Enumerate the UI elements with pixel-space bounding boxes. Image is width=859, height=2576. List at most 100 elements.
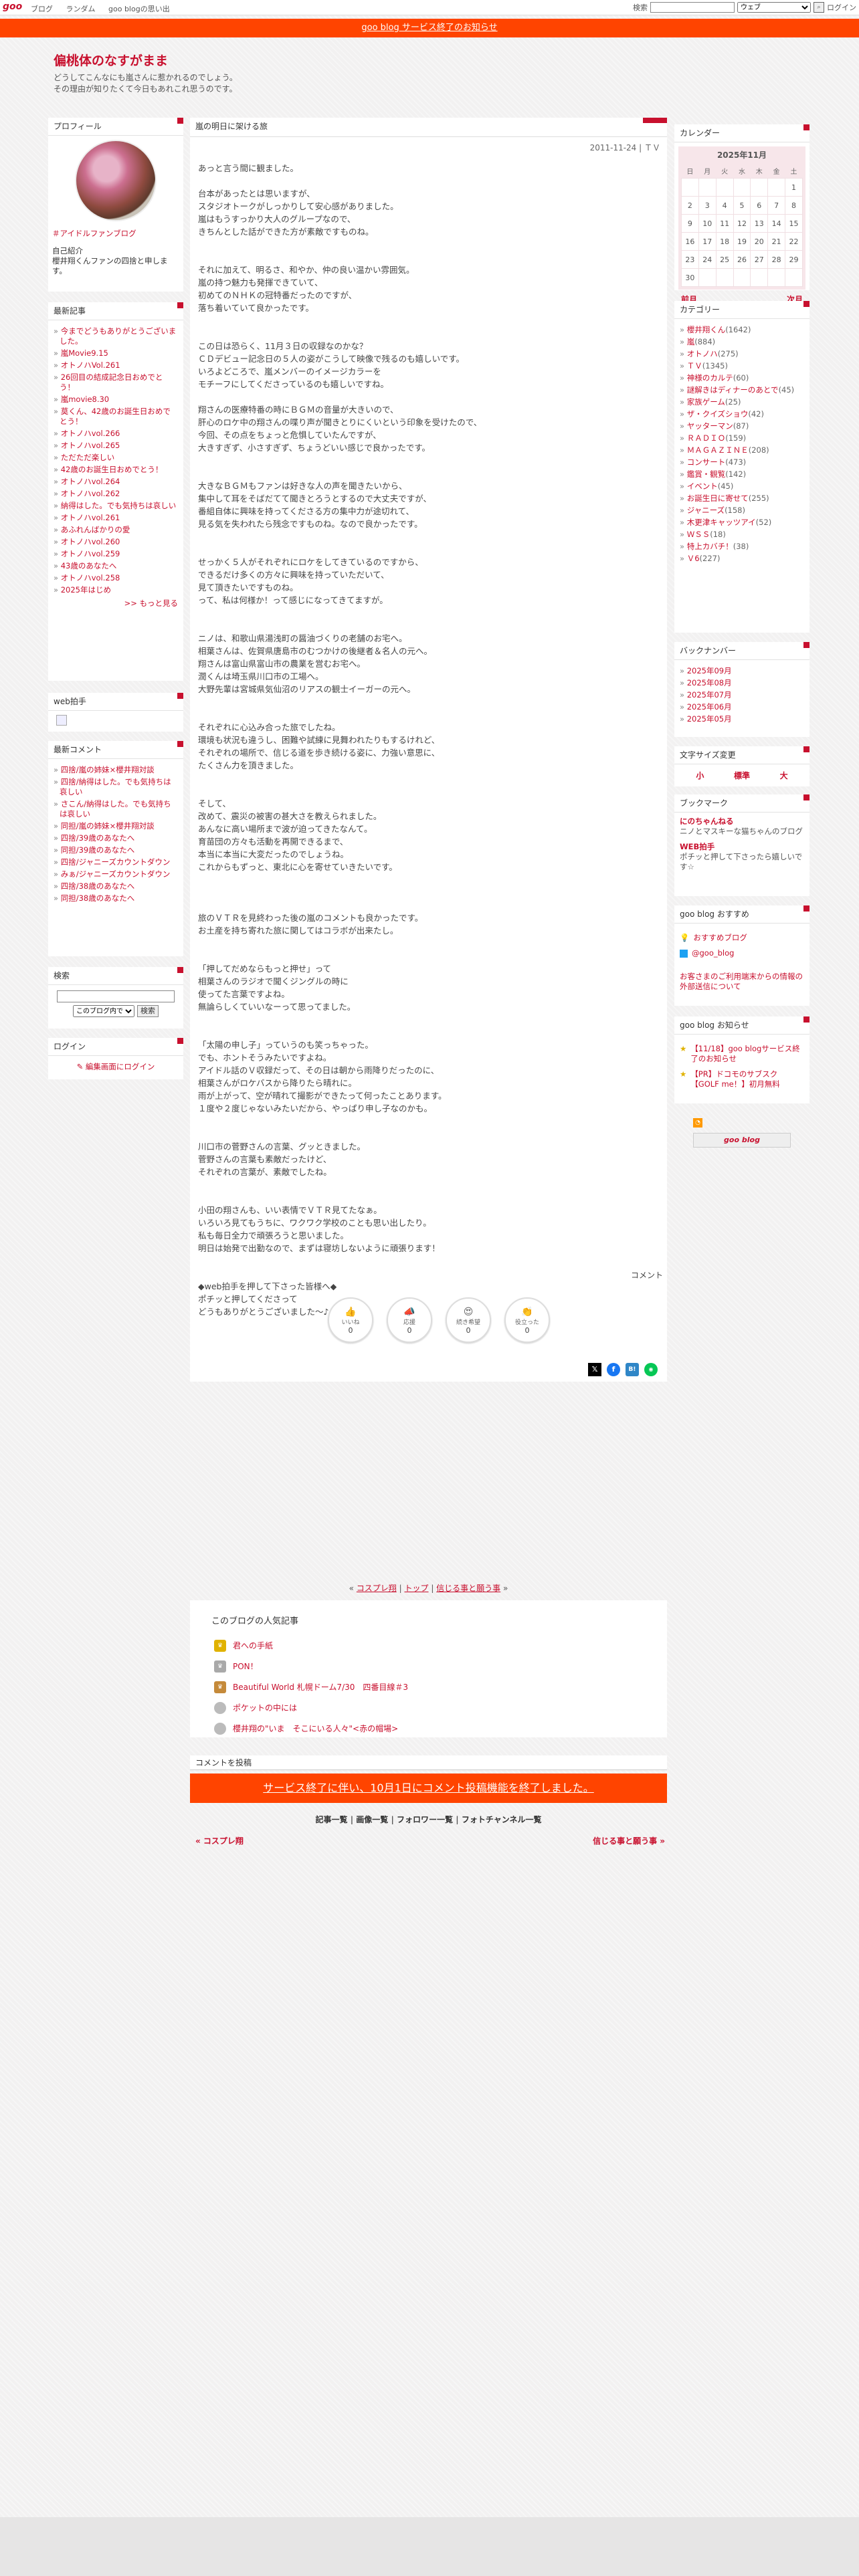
footer-photo-channel-list[interactable]: フォトチャンネル一覧 bbox=[462, 1815, 542, 1824]
popular-item[interactable]: ♛ Beautiful World 札幌ドーム7/30 四番目線＃3 bbox=[214, 1677, 408, 1697]
recent-item[interactable]: 42歳のお誕生日おめでとう！ bbox=[54, 465, 178, 475]
popular-item[interactable]: ♛ 君への手紙 bbox=[214, 1635, 408, 1656]
comment-item[interactable]: 四捨/ジャニーズカウントダウン bbox=[54, 857, 178, 867]
comment-link[interactable]: コメント bbox=[631, 1269, 663, 1281]
search-scope-select[interactable]: ウェブ bbox=[737, 2, 811, 13]
category-item[interactable]: イベント(45) bbox=[680, 481, 804, 492]
calendar-day[interactable]: 27 bbox=[750, 250, 769, 269]
calendar-day[interactable]: 7 bbox=[767, 196, 786, 215]
recent-item[interactable]: オトノハvol.260 bbox=[54, 537, 178, 547]
comment-item[interactable]: みぁ/ジャニーズカウントダウン bbox=[54, 869, 178, 879]
category-item[interactable]: ＴＶ(1345) bbox=[680, 361, 804, 371]
footer-prev-link[interactable]: « コスプレ翔 bbox=[195, 1835, 244, 1846]
nav-memories[interactable]: goo blogの思い出 bbox=[108, 5, 170, 13]
calendar-day[interactable]: 6 bbox=[750, 196, 769, 215]
nav-blog[interactable]: ブログ bbox=[31, 5, 53, 13]
footer-follower-list[interactable]: フォロワー一覧 bbox=[397, 1815, 453, 1824]
backnumber-item[interactable]: 2025年06月 bbox=[680, 702, 804, 712]
backnumber-item[interactable]: 2025年07月 bbox=[680, 690, 804, 700]
category-item[interactable]: 特上カバチ！(38) bbox=[680, 542, 804, 552]
popular-item[interactable]: ♛ PON！ bbox=[214, 1656, 408, 1677]
blog-search-input[interactable] bbox=[57, 990, 175, 1002]
blog-search-button[interactable]: 検索 bbox=[137, 1005, 159, 1017]
calendar-day[interactable]: 15 bbox=[785, 214, 803, 233]
recent-item[interactable]: オトノハvol.264 bbox=[54, 477, 178, 487]
calendar-day[interactable]: 3 bbox=[698, 196, 717, 215]
calendar-day[interactable]: 18 bbox=[715, 232, 734, 251]
recent-item[interactable]: オトノハvol.262 bbox=[54, 489, 178, 499]
reaction-useful[interactable]: 👏 役立った 0 bbox=[504, 1297, 550, 1343]
category-item[interactable]: Ｖ6(227) bbox=[680, 554, 804, 564]
backnumber-item[interactable]: 2025年08月 bbox=[680, 678, 804, 688]
recent-more-link[interactable]: >> もっと見る bbox=[54, 598, 178, 609]
bookmark-title[interactable]: にのちゃんねる bbox=[680, 817, 804, 827]
fontsize-medium-button[interactable]: 標準 bbox=[734, 770, 750, 781]
recommend-item[interactable]: @goo_blog bbox=[680, 948, 804, 958]
footer-article-list[interactable]: 記事一覧 bbox=[316, 1815, 348, 1824]
service-end-banner[interactable]: goo blog サービス終了のお知らせ bbox=[0, 19, 859, 37]
calendar-day[interactable]: 24 bbox=[698, 250, 717, 269]
category-item[interactable]: 鑑賞・観覧(142) bbox=[680, 469, 804, 479]
category-item[interactable]: お誕生日に寄せて(255) bbox=[680, 494, 804, 504]
calendar-day[interactable]: 11 bbox=[715, 214, 734, 233]
search-go-icon[interactable]: ⌕ bbox=[814, 2, 824, 13]
comment-item[interactable]: 四捨/39歳のあなたへ bbox=[54, 833, 178, 843]
category-item[interactable]: 櫻井翔くん(1642) bbox=[680, 325, 804, 335]
rss-icon[interactable]: ◔ bbox=[693, 1118, 702, 1128]
nav-random[interactable]: ランダム bbox=[66, 5, 96, 13]
category-item[interactable]: オトノハ(275) bbox=[680, 349, 804, 359]
comment-item[interactable]: 四捨/38歳のあなたへ bbox=[54, 881, 178, 891]
recent-item[interactable]: 2025年はじめ bbox=[54, 585, 178, 595]
calendar-day[interactable]: 13 bbox=[750, 214, 769, 233]
blog-title[interactable]: 偏桃体のなすがまま bbox=[54, 51, 168, 69]
recent-item[interactable]: 26回目の結成記念日おめでとう！ bbox=[54, 372, 178, 393]
category-item[interactable]: 謎解きはディナーのあとで(45) bbox=[680, 385, 804, 395]
category-item[interactable]: 嵐(884) bbox=[680, 337, 804, 347]
search-input[interactable] bbox=[650, 2, 735, 13]
category-item[interactable]: 神様のカルテ(60) bbox=[680, 373, 804, 383]
comment-closed-notice[interactable]: サービス終了に伴い、10月1日にコメント投稿機能を終了しました。 bbox=[190, 1774, 667, 1803]
recommend-item[interactable]: 💡 おすすめブログ bbox=[680, 933, 804, 943]
category-item[interactable]: ヤッターマン(87) bbox=[680, 421, 804, 431]
calendar-day[interactable]: 16 bbox=[681, 232, 699, 251]
article-meta[interactable]: 2011-11-24 | ＴＶ bbox=[590, 142, 660, 153]
calendar-day[interactable]: 30 bbox=[681, 268, 699, 287]
calendar-day[interactable]: 26 bbox=[733, 250, 751, 269]
calendar-day[interactable]: 12 bbox=[733, 214, 751, 233]
calendar-day[interactable]: 20 bbox=[750, 232, 769, 251]
recent-item[interactable]: オトノハvol.258 bbox=[54, 573, 178, 583]
calendar-day[interactable]: 29 bbox=[785, 250, 803, 269]
calendar-day[interactable]: 17 bbox=[698, 232, 717, 251]
comment-item[interactable]: 同担/39歳のあなたへ bbox=[54, 845, 178, 855]
footer-image-list[interactable]: 画像一覧 bbox=[356, 1815, 388, 1824]
article-title[interactable]: 嵐の明日に架ける旅 bbox=[195, 120, 268, 132]
footer-next-link[interactable]: 信じる事と願う事 » bbox=[593, 1835, 665, 1846]
calendar-day[interactable]: 19 bbox=[733, 232, 751, 251]
calendar-day[interactable]: 14 bbox=[767, 214, 786, 233]
recent-item[interactable]: 43歳のあなたへ bbox=[54, 561, 178, 571]
calendar-day[interactable]: 21 bbox=[767, 232, 786, 251]
recent-item[interactable]: オトノハvol.261 bbox=[54, 513, 178, 523]
category-item[interactable]: ＷＳＳ(18) bbox=[680, 530, 804, 540]
pager-top-link[interactable]: トップ bbox=[404, 1584, 428, 1593]
calendar-day[interactable]: 1 bbox=[785, 178, 803, 197]
x-share-icon[interactable]: 𝕏 bbox=[588, 1363, 601, 1376]
calendar-day[interactable]: 5 bbox=[733, 196, 751, 215]
comment-item[interactable]: 同担/嵐の姉妹×櫻井翔対談 bbox=[54, 821, 178, 831]
recent-item[interactable]: 今までどうもありがとうございました。 bbox=[54, 326, 178, 346]
bookmark-title[interactable]: WEB拍手 bbox=[680, 842, 804, 852]
category-item[interactable]: コンサート(473) bbox=[680, 457, 804, 467]
pager-prev-link[interactable]: コスプレ翔 bbox=[357, 1584, 397, 1593]
reaction-cheer[interactable]: 📣 応援 0 bbox=[387, 1297, 432, 1343]
reaction-like[interactable]: 👍 いいね 0 bbox=[328, 1297, 373, 1343]
category-item[interactable]: ザ・クイズショウ(42) bbox=[680, 409, 804, 419]
comment-item[interactable]: 四捨/嵐の姉妹×櫻井翔対談 bbox=[54, 765, 178, 775]
category-item[interactable]: ジャニーズ(158) bbox=[680, 506, 804, 516]
category-item[interactable]: ＭＡＧＡＺＩＮＥ(208) bbox=[680, 445, 804, 455]
popular-item[interactable]: ポケットの中には bbox=[214, 1697, 408, 1718]
backnumber-item[interactable]: 2025年05月 bbox=[680, 714, 804, 724]
recent-item[interactable]: あふれんばかりの愛 bbox=[54, 525, 178, 535]
external-transmission-link[interactable]: お客さまのご利用端末からの情報の外部送信について bbox=[680, 972, 804, 992]
comment-item[interactable]: 四捨/納得はした。でも気持ちは哀しい bbox=[54, 777, 178, 797]
calendar-day[interactable]: 25 bbox=[715, 250, 734, 269]
